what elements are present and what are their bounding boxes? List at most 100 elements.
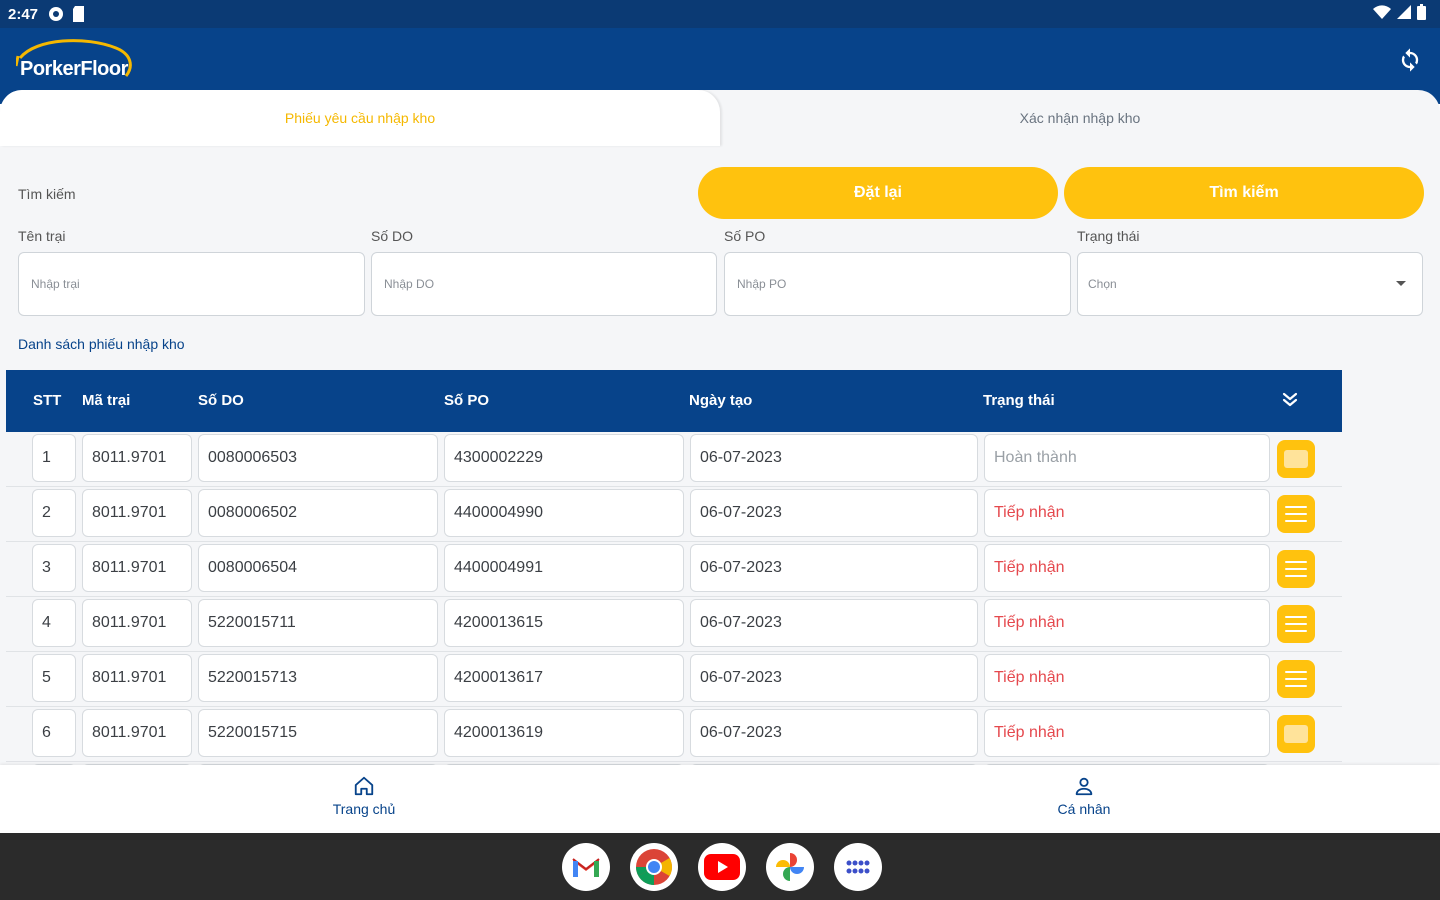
cell-so-do: 0080006502 xyxy=(198,489,438,537)
cell-ngay-tao: 06-07-2023 xyxy=(690,709,978,757)
cell-stt: 3 xyxy=(32,544,76,592)
double-chevron-down-icon[interactable] xyxy=(1280,390,1300,410)
detail-icon xyxy=(1284,450,1308,468)
list-title: Danh sách phiếu nhập kho xyxy=(18,336,185,352)
menu-lines-icon xyxy=(1285,671,1307,687)
chrome-icon[interactable] xyxy=(630,843,678,891)
signal-icon xyxy=(1397,5,1411,19)
cell-so-po: 4200013619 xyxy=(444,709,684,757)
row-menu-button[interactable] xyxy=(1277,605,1315,643)
farm-input[interactable] xyxy=(19,253,364,315)
cell-stt: 2 xyxy=(32,489,76,537)
header-ngay-tao: Ngày tạo xyxy=(689,392,753,409)
settings-notification-icon xyxy=(49,7,64,21)
tab-import-confirm[interactable]: Xác nhận nhập kho xyxy=(720,90,1440,146)
po-field-label: Số PO xyxy=(724,228,766,244)
cell-stt: 1 xyxy=(32,434,76,482)
cell-ngay-tao: 06-07-2023 xyxy=(690,654,978,702)
app-logo: PorkerFloor xyxy=(16,36,146,92)
nav-profile-label: Cá nhân xyxy=(1057,801,1111,817)
cell-ngay-tao: 06-07-2023 xyxy=(690,434,978,482)
table-row: 2 8011.9701 0080006502 4400004990 06-07-… xyxy=(6,487,1342,542)
youtube-icon[interactable] xyxy=(698,843,746,891)
status-time: 2:47 xyxy=(8,5,39,23)
cell-stt: 6 xyxy=(32,709,76,757)
apps-icon[interactable] xyxy=(834,843,882,891)
cell-so-po: 4400004990 xyxy=(444,489,684,537)
cell-stt: 4 xyxy=(32,599,76,647)
table-body: 1 8011.9701 0080006503 4300002229 06-07-… xyxy=(6,432,1342,765)
search-button[interactable]: Tìm kiếm xyxy=(1064,167,1424,219)
status-select[interactable]: Chọn xyxy=(1077,252,1423,316)
tab-bar: Phiếu yêu cầu nhập kho Xác nhận nhập kho xyxy=(0,90,1440,146)
do-input[interactable] xyxy=(372,253,716,315)
table-row: 3 8011.9701 0080006504 4400004991 06-07-… xyxy=(6,542,1342,597)
cell-stt: 5 xyxy=(32,654,76,702)
cell-ma-trai: 8011.9701 xyxy=(82,709,192,757)
status-field-label: Trạng thái xyxy=(1077,228,1140,244)
do-field xyxy=(371,252,717,316)
status-select-value: Chọn xyxy=(1088,277,1117,291)
header-stt: STT xyxy=(33,392,62,409)
nav-home[interactable]: Trang chủ xyxy=(264,775,464,817)
sd-card-icon xyxy=(73,6,85,22)
search-section-label: Tìm kiếm xyxy=(18,186,76,202)
farm-field xyxy=(18,252,365,316)
photos-icon[interactable] xyxy=(766,843,814,891)
farm-field-label: Tên trại xyxy=(18,228,66,244)
cell-so-po: 4200013617 xyxy=(444,654,684,702)
system-taskbar xyxy=(0,833,1440,900)
header-ma-trai: Mã trại xyxy=(82,392,131,409)
tab-import-request[interactable]: Phiếu yêu cầu nhập kho xyxy=(0,90,720,146)
row-detail-button[interactable] xyxy=(1277,715,1315,753)
row-detail-button[interactable] xyxy=(1277,440,1315,478)
cell-so-po: 4400004991 xyxy=(444,544,684,592)
po-field xyxy=(724,252,1071,316)
cell-trang-thai: Tiếp nhận xyxy=(984,544,1270,592)
menu-lines-icon xyxy=(1285,506,1307,522)
detail-icon xyxy=(1284,725,1308,743)
cell-ma-trai: 8011.9701 xyxy=(82,489,192,537)
bottom-navigation: Trang chủ Cá nhân xyxy=(0,765,1440,833)
cell-trang-thai: Hoàn thành xyxy=(984,434,1270,482)
po-input[interactable] xyxy=(725,253,1070,315)
cell-ma-trai: 8011.9701 xyxy=(82,599,192,647)
cell-so-do: 5220015711 xyxy=(198,599,438,647)
table-row: 6 8011.9701 5220015715 4200013619 06-07-… xyxy=(6,707,1342,762)
nav-home-label: Trang chủ xyxy=(332,801,396,817)
cell-ma-trai: 8011.9701 xyxy=(82,434,192,482)
do-field-label: Số DO xyxy=(371,228,414,244)
wifi-icon xyxy=(1373,5,1391,19)
refresh-icon[interactable] xyxy=(1396,46,1424,74)
cell-so-do: 5220015715 xyxy=(198,709,438,757)
cell-so-po: 4200013615 xyxy=(444,599,684,647)
app-dock xyxy=(562,843,882,891)
row-menu-button[interactable] xyxy=(1277,550,1315,588)
cell-trang-thai: Tiếp nhận xyxy=(984,654,1270,702)
header-so-po: Số PO xyxy=(444,392,490,409)
home-icon xyxy=(354,776,374,796)
menu-lines-icon xyxy=(1285,561,1307,577)
cell-ngay-tao: 06-07-2023 xyxy=(690,489,978,537)
system-status-bar: 2:47 xyxy=(0,0,1440,28)
content-sheet: Phiếu yêu cầu nhập kho Xác nhận nhập kho… xyxy=(0,90,1440,765)
gmail-icon[interactable] xyxy=(562,843,610,891)
battery-icon xyxy=(1417,4,1426,20)
row-menu-button[interactable] xyxy=(1277,495,1315,533)
logo-text: PorkerFloor xyxy=(20,58,128,80)
person-icon xyxy=(1075,777,1093,796)
cell-ma-trai: 8011.9701 xyxy=(82,544,192,592)
table-row: 4 8011.9701 5220015711 4200013615 06-07-… xyxy=(6,597,1342,652)
nav-profile[interactable]: Cá nhân xyxy=(984,775,1184,817)
header-so-do: Số DO xyxy=(198,392,244,409)
cell-so-po: 4300002229 xyxy=(444,434,684,482)
cell-ngay-tao: 06-07-2023 xyxy=(690,544,978,592)
cell-ma-trai: 8011.9701 xyxy=(82,654,192,702)
cell-so-do: 0080006503 xyxy=(198,434,438,482)
reset-button[interactable]: Đặt lại xyxy=(698,167,1058,219)
cell-trang-thai: Tiếp nhận xyxy=(984,489,1270,537)
cell-trang-thai: Tiếp nhận xyxy=(984,709,1270,757)
dropdown-caret-icon xyxy=(1396,281,1406,286)
row-menu-button[interactable] xyxy=(1277,660,1315,698)
cell-trang-thai: Tiếp nhận xyxy=(984,599,1270,647)
